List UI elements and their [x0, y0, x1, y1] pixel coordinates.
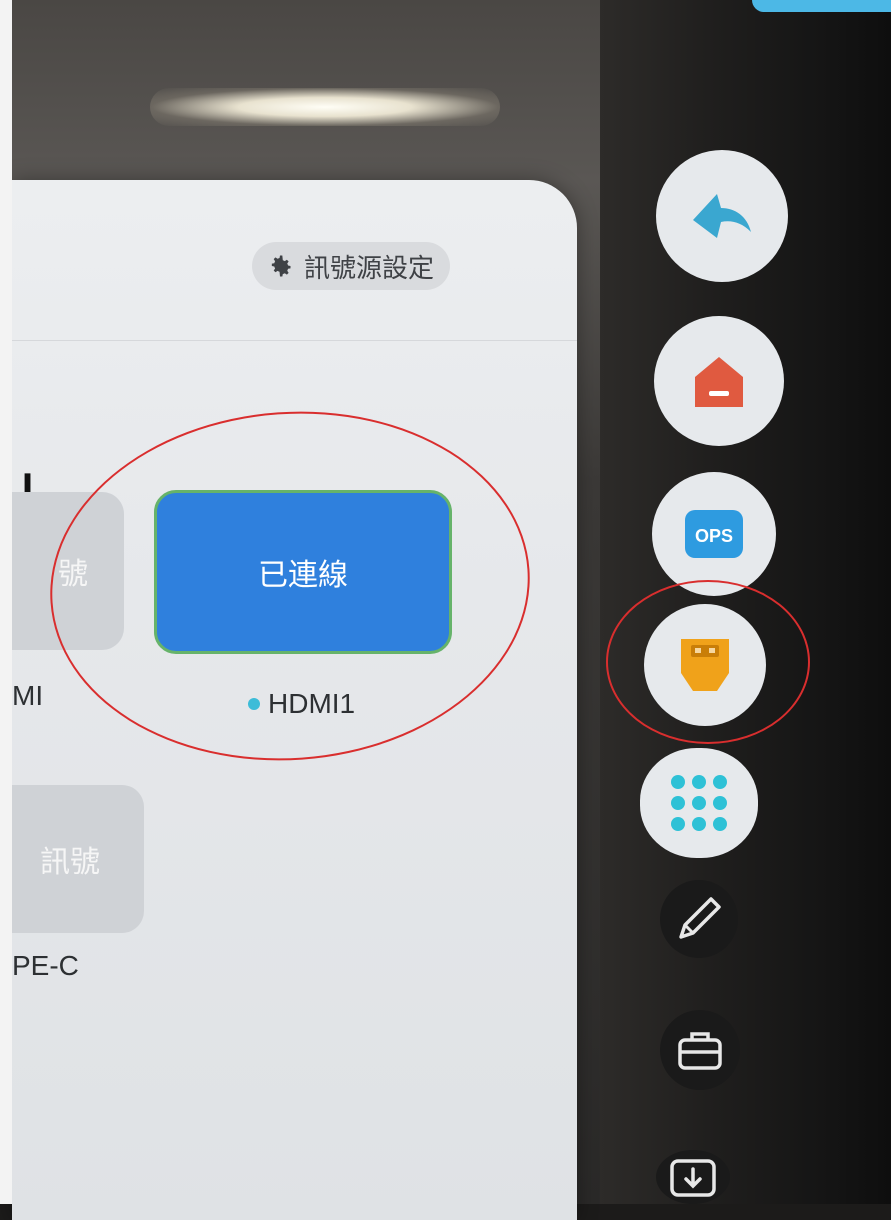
- pen-icon: [679, 897, 721, 939]
- dock-back-button[interactable]: [656, 150, 788, 282]
- annotation-circle-input-source: [606, 580, 810, 744]
- ceiling-light-reflection: [150, 88, 500, 126]
- toolbox-icon: [678, 1032, 722, 1070]
- gear-icon: [271, 255, 291, 277]
- apps-grid-icon: [671, 775, 727, 831]
- save-icon: [670, 1159, 716, 1197]
- dock-apps-button[interactable]: [640, 748, 758, 858]
- home-icon: [695, 357, 743, 407]
- dock-toolbox-button[interactable]: [660, 1010, 740, 1090]
- ops-icon-label: OPS: [695, 526, 733, 546]
- top-accent-bar: [752, 0, 891, 12]
- back-arrow-icon: [693, 194, 751, 238]
- ops-icon: OPS: [685, 510, 743, 558]
- source-tile-typec[interactable]: 訊號: [12, 785, 144, 933]
- dock-save-button[interactable]: [656, 1150, 730, 1204]
- source-label-typec: PE-C: [12, 950, 79, 981]
- source-settings-button[interactable]: 訊號源設定: [252, 242, 451, 290]
- dock-pen-button[interactable]: [660, 880, 738, 958]
- dock-ops-button[interactable]: OPS: [652, 472, 776, 596]
- source-settings-label: 訊號源設定: [304, 252, 435, 283]
- source-tile-text: 訊號: [40, 846, 100, 879]
- left-frame-edge: [0, 0, 12, 1204]
- panel-divider: [12, 340, 577, 341]
- dock-home-button[interactable]: [654, 316, 784, 446]
- source-label-hdmi: MI: [12, 680, 44, 711]
